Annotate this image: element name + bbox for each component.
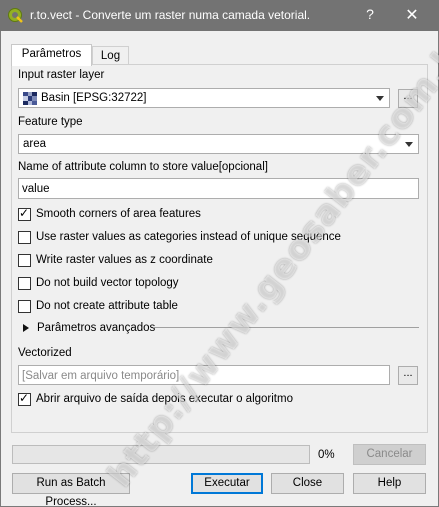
raster-categories-checkbox[interactable] [18, 231, 31, 244]
batch-process-button[interactable]: Run as Batch Process... [12, 473, 130, 507]
tab-log[interactable]: Log [92, 46, 129, 65]
chevron-down-icon [376, 96, 384, 101]
feature-type-combo[interactable]: area [18, 134, 419, 154]
close-button[interactable]: Close [271, 473, 344, 494]
help-icon[interactable]: ? [360, 6, 380, 22]
attr-column-label: Name of attribute column to store value[… [18, 161, 268, 173]
input-raster-value: Basin [EPSG:32722] [41, 92, 147, 104]
checkmark-icon: ✓ [19, 391, 30, 405]
vectorized-output-input[interactable]: [Salvar em arquivo temporário] [18, 365, 390, 385]
open-output-checkbox[interactable]: ✓ [18, 391, 31, 406]
input-raster-label: Input raster layer [18, 69, 105, 81]
checkmark-icon: ✓ [19, 206, 30, 220]
title-bar: r.to.vect - Converte um raster numa cama… [0, 0, 439, 31]
no-attribute-table-checkbox[interactable] [18, 300, 31, 313]
progress-bar [12, 445, 310, 464]
cancel-button[interactable]: Cancelar [353, 444, 426, 465]
feature-type-value: area [23, 138, 47, 150]
raster-layer-icon [23, 92, 37, 105]
smooth-corners-checkbox[interactable]: ✓ [18, 206, 31, 221]
vectorized-browse-button[interactable]: ... [398, 366, 418, 385]
z-coordinate-checkbox[interactable] [18, 254, 31, 267]
window-title: r.to.vect - Converte um raster numa cama… [30, 8, 311, 22]
advanced-params-toggle[interactable]: Parâmetros avançados [37, 322, 155, 334]
chevron-down-icon [405, 142, 413, 147]
open-output-label: Abrir arquivo de saída depois executar o… [36, 393, 293, 405]
chevron-right-icon[interactable] [23, 324, 29, 332]
tab-parametros[interactable]: Parâmetros [11, 44, 92, 66]
vectorized-label: Vectorized [18, 347, 72, 359]
execute-button[interactable]: Executar [191, 473, 263, 494]
input-raster-browse-button[interactable]: ... [398, 89, 418, 108]
attr-column-input[interactable]: value [18, 178, 419, 199]
divider [153, 327, 419, 328]
vectorized-placeholder: [Salvar em arquivo temporário] [22, 370, 180, 382]
z-coordinate-label: Write raster values as z coordinate [36, 254, 213, 266]
close-icon[interactable]: ✕ [402, 5, 422, 25]
no-topology-checkbox[interactable] [18, 277, 31, 290]
qgis-logo-icon [8, 8, 23, 23]
feature-type-label: Feature type [18, 116, 83, 128]
no-attribute-table-label: Do not create attribute table [36, 300, 178, 312]
help-button[interactable]: Help [353, 473, 426, 494]
attr-column-value: value [22, 183, 50, 195]
progress-percent: 0% [318, 449, 335, 461]
raster-categories-label: Use raster values as categories instead … [36, 231, 341, 243]
no-topology-label: Do not build vector topology [36, 277, 179, 289]
smooth-corners-label: Smooth corners of area features [36, 208, 201, 220]
input-raster-combo[interactable]: Basin [EPSG:32722] [18, 88, 390, 108]
